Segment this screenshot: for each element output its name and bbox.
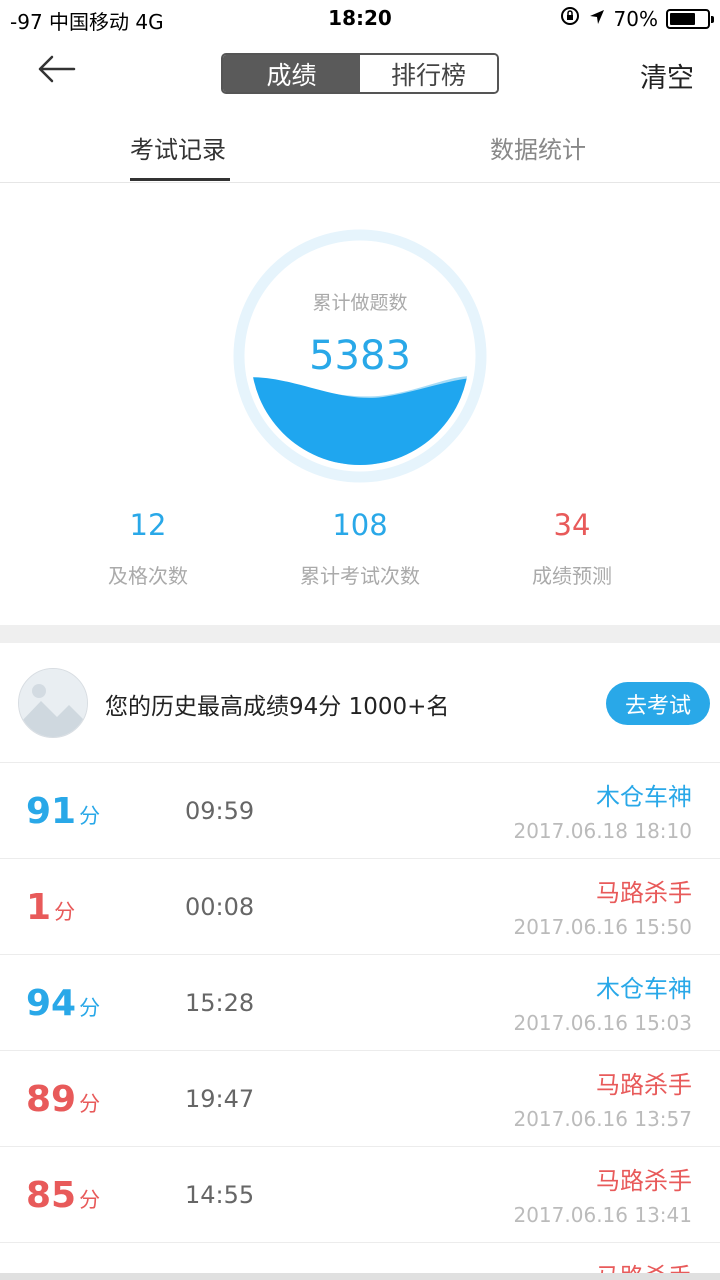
nav-bar: 成绩 排行榜 清空 bbox=[0, 38, 720, 108]
score-unit: 分 bbox=[79, 1092, 101, 1116]
record-title: 马路杀手 bbox=[596, 879, 692, 907]
record-duration: 15:28 bbox=[185, 989, 255, 1017]
clear-button[interactable]: 清空 bbox=[640, 56, 694, 95]
list-item[interactable]: 89 分 19:47 马路杀手 2017.06.16 13:57 bbox=[0, 1051, 720, 1147]
stat-value: 34 bbox=[553, 508, 591, 542]
rotation-lock-icon bbox=[560, 6, 580, 31]
record-title: 马路杀手 bbox=[596, 1257, 692, 1273]
record-date: 2017.06.16 15:50 bbox=[513, 915, 692, 939]
tab-indicator bbox=[130, 178, 230, 181]
circle-caption: 累计做题数 bbox=[312, 292, 408, 314]
location-arrow-icon bbox=[588, 7, 606, 31]
bottom-edge bbox=[0, 1273, 720, 1280]
total-questions: 5383 bbox=[309, 333, 411, 379]
battery-percent: 70% bbox=[613, 6, 658, 31]
score-value: 85 bbox=[26, 1175, 77, 1216]
record-duration: 00:08 bbox=[185, 893, 255, 921]
record-title: 马路杀手 bbox=[596, 1071, 692, 1099]
score-unit: 分 bbox=[79, 804, 101, 828]
score-unit: 分 bbox=[79, 1188, 101, 1212]
best-score-row: 您的历史最高成绩94分 1000+名 去考试 bbox=[0, 643, 720, 763]
go-exam-button[interactable]: 去考试 bbox=[606, 682, 710, 725]
list-item[interactable]: 85 分 14:55 马路杀手 2017.06.16 13:41 bbox=[0, 1147, 720, 1243]
stat-exam-count: 108 累计考试次数 bbox=[250, 508, 470, 589]
record-score: 1分 bbox=[26, 887, 75, 928]
stat-label: 累计考试次数 bbox=[300, 564, 420, 588]
score-value: 89 bbox=[26, 1079, 77, 1120]
list-item[interactable]: 91 分 09:59 木仓车神 2017.06.18 18:10 bbox=[0, 763, 720, 859]
score-value: 1 bbox=[26, 887, 52, 928]
segment-leaderboard[interactable]: 排行榜 bbox=[360, 55, 497, 92]
score-value: 94 bbox=[26, 983, 77, 1024]
record-score: 89 分 bbox=[26, 1079, 100, 1120]
record-score: 94 分 bbox=[26, 983, 100, 1024]
segment-control: 成绩 排行榜 bbox=[221, 53, 499, 94]
summary-panel: 累计做题数 5383 12 及格次数 108 累计考试次数 34 成绩预测 bbox=[0, 183, 720, 625]
record-date: 2017.06.16 15:03 bbox=[513, 1011, 692, 1035]
status-right: 70% bbox=[560, 6, 714, 31]
score-unit: 分 bbox=[79, 996, 101, 1020]
record-duration: 14:55 bbox=[185, 1181, 255, 1209]
exam-record-list: 91 分 09:59 木仓车神 2017.06.18 18:10 1分 00:08… bbox=[0, 763, 720, 1273]
arrow-left-icon bbox=[36, 54, 76, 88]
record-score: 91 分 bbox=[26, 791, 100, 832]
section-divider bbox=[0, 625, 720, 643]
record-duration: 09:59 bbox=[185, 797, 255, 825]
stat-value: 12 bbox=[129, 508, 167, 542]
tab-bar: 考试记录 数据统计 bbox=[0, 108, 720, 183]
score-unit: 分 bbox=[54, 900, 76, 924]
record-date: 2017.06.18 18:10 bbox=[513, 819, 692, 843]
record-duration: 19:47 bbox=[185, 1085, 255, 1113]
back-button[interactable] bbox=[28, 46, 84, 96]
best-score-text: 您的历史最高成绩94分 1000+名 bbox=[105, 694, 450, 720]
segment-score[interactable]: 成绩 bbox=[223, 55, 360, 92]
status-bar: -97 中国移动 4G 18:20 70% bbox=[0, 0, 720, 38]
list-item[interactable]: 94 分 15:28 木仓车神 2017.06.16 15:03 bbox=[0, 955, 720, 1051]
record-title: 马路杀手 bbox=[596, 1167, 692, 1195]
record-title: 木仓车神 bbox=[596, 975, 692, 1003]
stat-pass-count: 12 及格次数 bbox=[38, 508, 258, 589]
tab-statistics[interactable]: 数据统计 bbox=[490, 130, 586, 165]
stat-label: 及格次数 bbox=[108, 564, 188, 588]
battery-icon bbox=[666, 8, 714, 29]
stat-label: 成绩预测 bbox=[532, 564, 612, 588]
list-item[interactable]: 马路杀手 bbox=[0, 1243, 720, 1273]
avatar[interactable] bbox=[18, 668, 88, 738]
list-item[interactable]: 1分 00:08 马路杀手 2017.06.16 15:50 bbox=[0, 859, 720, 955]
record-score: 85 分 bbox=[26, 1175, 100, 1216]
score-value: 91 bbox=[26, 791, 77, 832]
stat-score-prediction: 34 成绩预测 bbox=[462, 508, 682, 589]
record-date: 2017.06.16 13:41 bbox=[513, 1203, 692, 1227]
stat-value: 108 bbox=[332, 508, 388, 542]
record-title: 木仓车神 bbox=[596, 783, 692, 811]
tab-exam-records[interactable]: 考试记录 bbox=[130, 130, 226, 165]
record-date: 2017.06.16 13:57 bbox=[513, 1107, 692, 1131]
